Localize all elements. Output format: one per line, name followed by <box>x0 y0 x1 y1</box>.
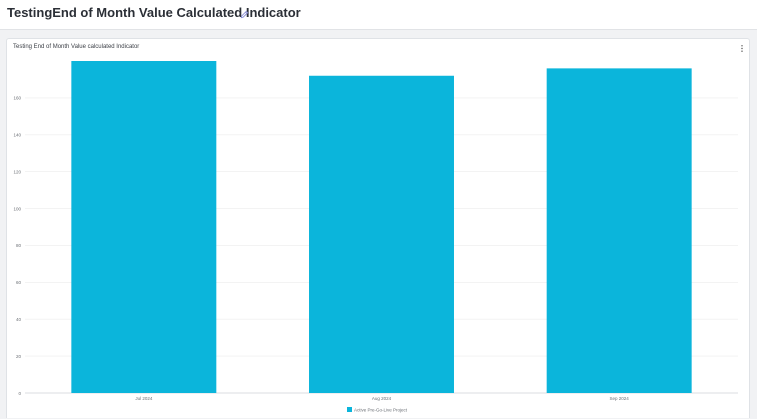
y-tick-label: 80 <box>16 243 22 248</box>
page-title: TestingEnd of Month Value Calculated Ind… <box>7 5 301 20</box>
y-tick-label: 40 <box>16 317 22 322</box>
x-tick-label: Jul 2024 <box>135 396 153 401</box>
x-tick-label: Sep 2024 <box>610 396 630 401</box>
pencil-icon[interactable] <box>240 10 249 19</box>
y-tick-label: 140 <box>13 133 21 138</box>
bar <box>309 75 454 393</box>
legend-swatch <box>347 407 352 412</box>
chart-card: Testing End of Month Value calculated In… <box>6 38 750 418</box>
bar-chart: 0 20 40 60 80 100 120 140 160 Jul 2024 Aug 2024 Sep… <box>13 61 738 412</box>
y-tick-label: 0 <box>18 391 21 396</box>
y-tick-label: 20 <box>16 354 22 359</box>
bar <box>546 68 692 393</box>
y-tick-label: 100 <box>13 206 21 211</box>
legend-label: Active Pre-Go-Live Project <box>354 407 408 412</box>
page-header: TestingEnd of Month Value Calculated Ind… <box>0 0 757 30</box>
x-tick-label: Aug 2024 <box>372 396 392 401</box>
y-tick-label: 160 <box>13 96 21 101</box>
y-tick-label: 120 <box>13 169 21 174</box>
bar <box>71 61 217 393</box>
y-tick-label: 60 <box>16 280 22 285</box>
